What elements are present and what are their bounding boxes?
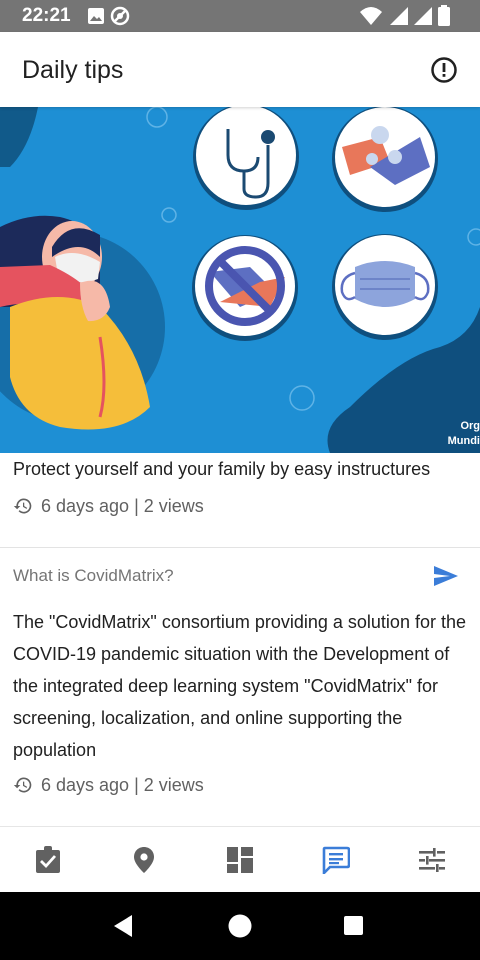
system-back-button[interactable]	[110, 912, 138, 940]
tip-image[interactable]: Org Mundi	[0, 107, 480, 453]
tip-meta: 6 days ago | 2 views	[13, 493, 204, 519]
page-title: Daily tips	[22, 56, 124, 84]
back-triangle-icon	[114, 915, 132, 937]
card-meta: 6 days ago | 2 views	[13, 772, 204, 798]
banner-brand-line-2: Mundi	[447, 435, 480, 447]
card-body: The "CovidMatrix" consortium providing a…	[13, 612, 466, 760]
system-navigation-bar	[0, 892, 480, 960]
tune-icon	[419, 848, 445, 872]
cellular-signal-icon	[390, 7, 408, 25]
nav-item-dashboard[interactable]	[192, 827, 288, 893]
nav-item-tips[interactable]	[288, 827, 384, 893]
assignment-check-icon	[36, 846, 60, 873]
send-icon	[434, 566, 458, 586]
app-bar: Daily tips	[0, 32, 480, 107]
nav-item-map[interactable]	[96, 827, 192, 893]
chat-icon	[322, 846, 350, 874]
location-pin-icon	[134, 847, 154, 873]
image-icon	[88, 8, 104, 24]
dashboard-icon	[227, 847, 253, 873]
info-icon	[431, 57, 457, 83]
home-circle-icon	[228, 914, 252, 938]
bottom-navigation	[0, 826, 480, 892]
banner-brand-text: Org Mundi	[440, 419, 480, 449]
nav-item-assignments[interactable]	[0, 827, 96, 893]
status-time: 22:21	[22, 5, 71, 26]
status-bar: 22:21	[0, 0, 480, 32]
status-left-icons	[86, 5, 134, 32]
battery-icon	[438, 5, 450, 26]
nav-item-settings[interactable]	[384, 827, 480, 893]
tip-meta-text: 6 days ago | 2 views	[41, 495, 204, 516]
send-button[interactable]	[432, 564, 460, 588]
system-home-button[interactable]	[226, 912, 254, 940]
banner-brand-line-1: Org	[460, 420, 480, 432]
covid-prevention-illustration	[0, 107, 480, 453]
history-icon	[13, 777, 32, 793]
card-meta-text: 6 days ago | 2 views	[41, 774, 204, 795]
card-divider	[0, 547, 480, 548]
system-recents-button[interactable]	[340, 912, 368, 940]
tip-caption: Protect yourself and your family by easy…	[13, 459, 431, 479]
cellular-signal-icon	[414, 7, 432, 25]
status-right-icons	[360, 4, 460, 33]
do-not-disturb-icon	[110, 6, 130, 26]
info-button[interactable]	[430, 56, 458, 84]
wifi-icon	[360, 7, 382, 25]
card-title: What is CovidMatrix?	[13, 566, 174, 585]
recents-square-icon	[344, 916, 363, 935]
history-icon	[13, 498, 32, 514]
